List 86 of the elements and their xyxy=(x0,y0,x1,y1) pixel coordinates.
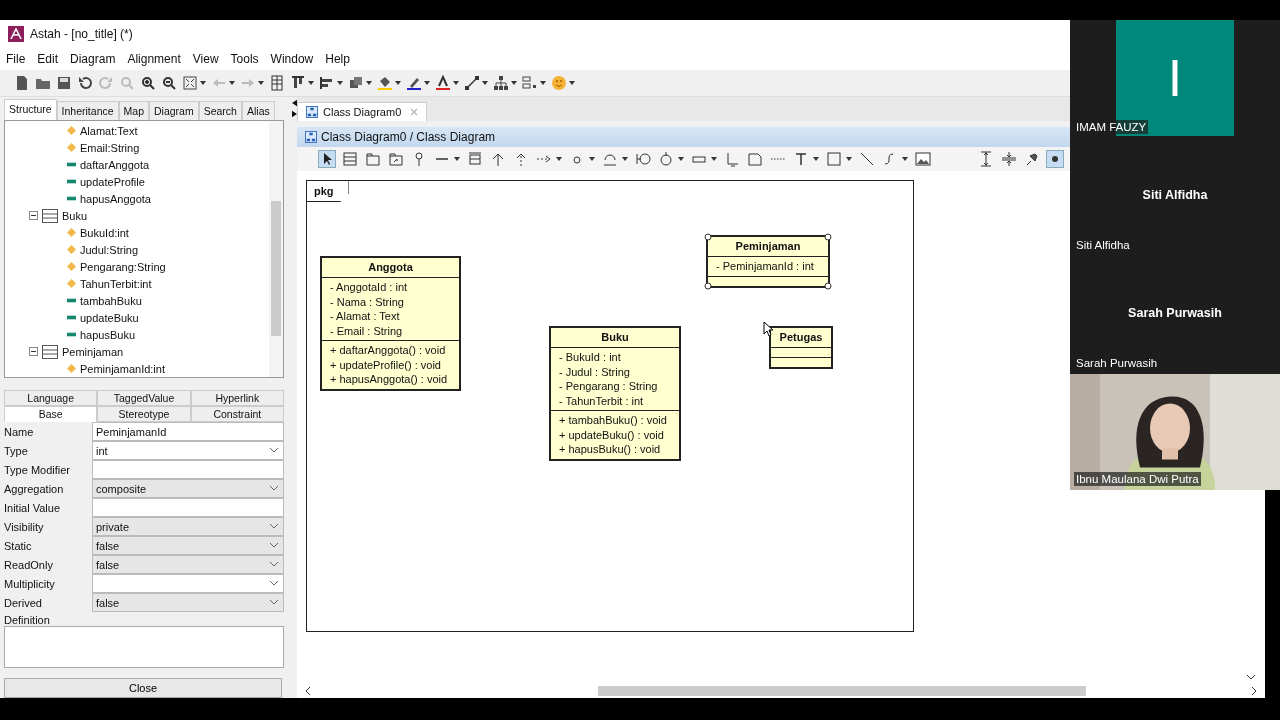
dropdown-field[interactable]: false xyxy=(92,593,284,613)
tree-item[interactable]: Peminjaman xyxy=(62,345,124,358)
property-label: ReadOnly xyxy=(4,558,54,571)
class-name: Anggota xyxy=(322,258,459,278)
class-name: Buku xyxy=(551,328,679,348)
property-tab[interactable]: Constraint xyxy=(190,406,284,423)
tree-item[interactable]: daftarAnggota xyxy=(80,158,150,171)
panel-tab[interactable]: Structure xyxy=(4,99,57,121)
frame-label: pkg xyxy=(307,181,349,202)
class-attribute: - AnggotaId : int xyxy=(330,280,409,295)
dropdown-field[interactable]: composite xyxy=(92,479,284,499)
tree-item[interactable]: TahunTerbit:int xyxy=(80,277,152,290)
menu-item[interactable]: View xyxy=(192,52,219,66)
tree-item[interactable]: BukuId:int xyxy=(80,226,129,239)
participant-name: IMAM FAUZY xyxy=(1074,120,1149,134)
property-tab[interactable]: Base xyxy=(4,406,98,423)
panel-tab[interactable]: Diagram xyxy=(149,101,199,121)
text-field[interactable]: PeminjamanId xyxy=(92,422,284,442)
menu-item[interactable]: Window xyxy=(270,52,314,66)
panel-tab[interactable]: Alias xyxy=(241,101,275,121)
diagram-title: Class Diagram0 / Class Diagram xyxy=(321,130,496,144)
property-tab[interactable]: Language xyxy=(4,390,98,407)
property-tab[interactable]: TaggedValue xyxy=(97,390,191,407)
menu-item[interactable]: File xyxy=(6,52,26,66)
tree-item[interactable]: Alamat:Text xyxy=(80,124,138,137)
panel-tab[interactable]: Inheritance xyxy=(56,101,119,121)
tree-item[interactable]: Buku xyxy=(62,209,88,222)
participant-display-name: Siti Alfidha xyxy=(1142,188,1208,202)
menu-item[interactable]: Tools xyxy=(230,52,259,66)
menu-item[interactable]: Diagram xyxy=(70,52,116,66)
tree-item[interactable]: PeminjamanId:int xyxy=(80,362,165,375)
dropdown-field[interactable]: int xyxy=(92,441,284,461)
property-label: Visibility xyxy=(4,520,45,533)
class-box[interactable]: Petugas xyxy=(769,326,833,369)
class-operation: + tambahBuku() : void xyxy=(559,413,668,428)
document-tab[interactable]: Class Diagram0 xyxy=(297,102,428,121)
property-label: Aggregation xyxy=(4,482,65,495)
avatar-initial: I xyxy=(1167,48,1183,108)
class-attribute: - TahunTerbit : int xyxy=(559,393,645,408)
participant-name: Ibnu Maulana Dwi Putra xyxy=(1074,472,1201,486)
property-label: Multiplicity xyxy=(4,577,56,590)
class-operation: + hapusBuku() : void xyxy=(559,442,662,457)
panel-tab[interactable]: Search xyxy=(198,101,242,121)
tree-item[interactable]: Judul:String xyxy=(80,243,139,256)
property-label: Type Modifier xyxy=(4,463,72,476)
class-attribute: - Pengarang : String xyxy=(559,379,659,394)
tree-item[interactable]: Pengarang:String xyxy=(80,260,166,273)
class-box[interactable]: Peminjaman - PeminjamanId : int xyxy=(706,235,830,288)
class-attribute: - Alamat : Text xyxy=(330,309,401,324)
window-title: Astah - [no_title] (*) xyxy=(30,27,133,41)
class-attribute: - Email : String xyxy=(330,323,404,338)
tree-item[interactable]: tambahBuku xyxy=(80,294,142,307)
panel-tab[interactable]: Map xyxy=(118,101,149,121)
class-operation: + updateProfile() : void xyxy=(330,357,442,372)
dropdown-field[interactable]: false xyxy=(92,536,284,556)
dropdown-field[interactable]: private xyxy=(92,517,284,537)
class-operation: + updateBuku() : void xyxy=(559,427,665,442)
property-label: Static xyxy=(4,539,33,552)
class-operation: + hapusAnggota() : void xyxy=(330,372,449,387)
property-tab[interactable]: Stereotype xyxy=(97,406,191,423)
participant-name: Siti Alfidha xyxy=(1074,238,1132,252)
tree-item[interactable]: hapusAnggota xyxy=(80,192,151,205)
property-tab[interactable]: Hyperlink xyxy=(190,390,284,407)
participant-display-name: Sarah Purwasih xyxy=(1128,306,1222,320)
property-label: Type xyxy=(4,444,29,457)
property-label: Derived xyxy=(4,596,43,609)
property-label: Name xyxy=(4,425,35,438)
dropdown-field[interactable]: false xyxy=(92,555,284,575)
tree-item[interactable]: updateBuku xyxy=(80,311,139,324)
tree-item[interactable]: Email:String xyxy=(80,141,140,154)
tree-item[interactable]: updateProfile xyxy=(80,175,145,188)
property-label: Initial Value xyxy=(4,501,62,514)
class-attribute: - BukuId : int xyxy=(559,350,622,365)
menu-item[interactable]: Alignment xyxy=(127,52,181,66)
menu-item[interactable]: Edit xyxy=(37,52,59,66)
class-box[interactable]: Anggota - AnggotaId : int - Nama : String - Alamat : Text - Email : String + daftarAnggota() : void + updateProfile() : void + hapusAnggota() : void xyxy=(320,256,461,391)
tree-item[interactable]: hapusBuku xyxy=(80,328,136,341)
menu-item[interactable]: Help xyxy=(325,52,350,66)
property-label: Definition xyxy=(4,614,51,627)
class-operation: + daftarAnggota() : void xyxy=(330,343,447,358)
class-attribute: - PeminjamanId : int xyxy=(716,259,815,274)
participant-name: Sarah Purwasih xyxy=(1074,356,1160,370)
class-box[interactable]: Buku - BukuId : int - Judul : String - Pengarang : String - TahunTerbit : int + tambahBuku() : void + updateBuku() : void + hapusBuku() : void xyxy=(549,326,681,461)
class-attribute: - Judul : String xyxy=(559,364,631,379)
close-button[interactable]: Close xyxy=(4,678,282,698)
class-attribute: - Nama : String xyxy=(330,294,405,309)
